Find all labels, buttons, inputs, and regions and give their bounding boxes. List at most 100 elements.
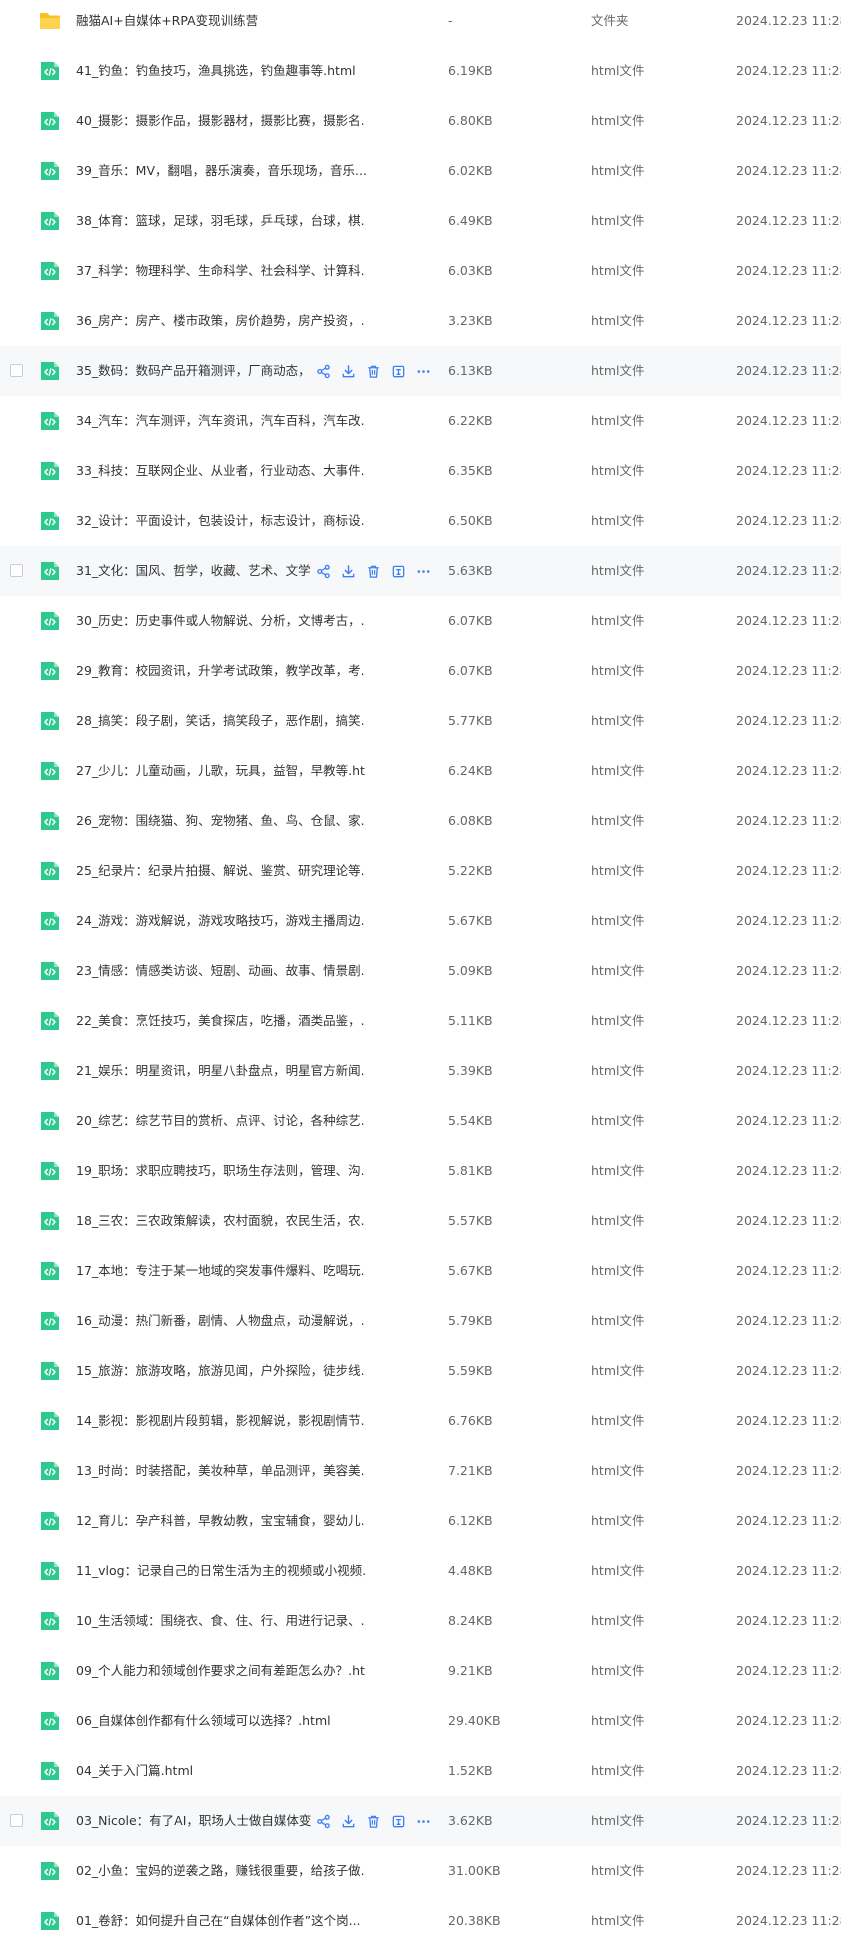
more-icon[interactable]	[415, 1813, 432, 1830]
file-name[interactable]: 03_Nicole：有了AI，职场人士做自媒体变得	[76, 1812, 311, 1830]
file-type: html文件	[591, 1713, 645, 1728]
file-name[interactable]: 15_旅游：旅游攻略，旅游见闻，户外探险，徒步线...	[76, 1362, 366, 1380]
file-row[interactable]: 01_卷舒：如何提升自己在“自媒体创作者”这个岗... 20.38KB html文件…	[0, 1896, 841, 1946]
file-name[interactable]: 28_搞笑：段子剧，笑话，搞笑段子，恶作剧，搞笑...	[76, 712, 366, 730]
file-row[interactable]: 24_游戏：游戏解说，游戏攻略技巧，游戏主播周边... 5.67KB html文件 2…	[0, 896, 841, 946]
row-checkbox[interactable]	[10, 364, 23, 377]
file-row[interactable]: 38_体育：篮球，足球，羽毛球，乒乓球，台球，棋... 6.49KB html文件 2…	[0, 196, 841, 246]
file-name[interactable]: 26_宠物：围绕猫、狗、宠物猪、鱼、鸟、仓鼠、家...	[76, 812, 366, 830]
file-name[interactable]: 35_数码：数码产品开箱测评，厂商动态，产	[76, 362, 311, 380]
file-row[interactable]: 33_科技：互联网企业、从业者，行业动态、大事件... 6.35KB html文件 2…	[0, 446, 841, 496]
file-row[interactable]: 39_音乐：MV，翻唱，器乐演奏，音乐现场，音乐... 6.02KB html文件 2…	[0, 146, 841, 196]
file-name[interactable]: 25_纪录片：纪录片拍摄、解说、鉴赏、研究理论等...	[76, 862, 366, 880]
file-name[interactable]: 40_摄影：摄影作品，摄影器材，摄影比赛，摄影名...	[76, 112, 366, 130]
file-name[interactable]: 01_卷舒：如何提升自己在“自媒体创作者”这个岗...	[76, 1912, 361, 1930]
delete-icon[interactable]	[365, 563, 382, 580]
download-icon[interactable]	[340, 563, 357, 580]
details-icon[interactable]	[390, 1813, 407, 1830]
file-name[interactable]: 19_职场：求职应聘技巧，职场生存法则，管理、沟...	[76, 1162, 366, 1180]
file-name[interactable]: 21_娱乐：明星资讯，明星八卦盘点，明星官方新闻...	[76, 1062, 366, 1080]
more-icon[interactable]	[415, 363, 432, 380]
details-icon[interactable]	[390, 563, 407, 580]
html-file-icon	[39, 1060, 61, 1082]
file-row[interactable]: 06_自媒体创作都有什么领域可以选择？.html 29.40KB html文件 202…	[0, 1696, 841, 1746]
file-name[interactable]: 29_教育：校园资讯，升学考试政策，教学改革，考...	[76, 662, 366, 680]
file-row[interactable]: 37_科学：物理科学、生命科学、社会科学、计算科... 6.03KB html文件 2…	[0, 246, 841, 296]
file-name[interactable]: 融猫AI+自媒体+RPA变现训练营	[76, 12, 258, 30]
file-row[interactable]: 30_历史：历史事件或人物解说、分析，文博考古，... 6.07KB html文件 2…	[0, 596, 841, 646]
file-name[interactable]: 36_房产：房产、楼市政策，房价趋势，房产投资，...	[76, 312, 366, 330]
file-row[interactable]: 14_影视：影视剧片段剪辑，影视解说，影视剧情节... 6.76KB html文件 2…	[0, 1396, 841, 1446]
share-icon[interactable]	[315, 1813, 332, 1830]
file-name[interactable]: 38_体育：篮球，足球，羽毛球，乒乓球，台球，棋...	[76, 212, 366, 230]
file-name[interactable]: 37_科学：物理科学、生命科学、社会科学、计算科...	[76, 262, 366, 280]
file-name[interactable]: 12_育儿：孕产科普，早教幼教，宝宝辅食，婴幼儿...	[76, 1512, 366, 1530]
file-name[interactable]: 33_科技：互联网企业、从业者，行业动态、大事件...	[76, 462, 366, 480]
details-icon[interactable]	[390, 363, 407, 380]
file-row[interactable]: 04_关于入门篇.html 1.52KB html文件 2024.12.23 11:2…	[0, 1746, 841, 1796]
file-row[interactable]: 32_设计：平面设计，包装设计，标志设计，商标设... 6.50KB html文件 2…	[0, 496, 841, 546]
file-row[interactable]: 03_Nicole：有了AI，职场人士做自媒体变得 3.62KB html文件 202…	[0, 1796, 841, 1846]
file-row[interactable]: 23_情感：情感类访谈、短剧、动画、故事、情景剧... 5.09KB html文件 2…	[0, 946, 841, 996]
share-icon[interactable]	[315, 563, 332, 580]
file-name[interactable]: 06_自媒体创作都有什么领域可以选择？.html	[76, 1712, 331, 1730]
file-name[interactable]: 14_影视：影视剧片段剪辑，影视解说，影视剧情节...	[76, 1412, 366, 1430]
file-row[interactable]: 20_综艺：综艺节目的赏析、点评、讨论，各种综艺... 5.54KB html文件 2…	[0, 1096, 841, 1146]
file-name[interactable]: 24_游戏：游戏解说，游戏攻略技巧，游戏主播周边...	[76, 912, 366, 930]
folder-row[interactable]: 融猫AI+自媒体+RPA变现训练营 - 文件夹 2024.12.23 11:28	[0, 0, 841, 46]
file-name[interactable]: 09_个人能力和领域创作要求之间有差距怎么办？.ht...	[76, 1662, 366, 1680]
file-name[interactable]: 20_综艺：综艺节目的赏析、点评、讨论，各种综艺...	[76, 1112, 366, 1130]
file-row[interactable]: 34_汽车：汽车测评，汽车资讯，汽车百科，汽车改... 6.22KB html文件 2…	[0, 396, 841, 446]
download-icon[interactable]	[340, 363, 357, 380]
file-row[interactable]: 31_文化：国风、哲学，收藏、艺术、文学作 5.63KB html文件 2024.12…	[0, 546, 841, 596]
file-name[interactable]: 22_美食：烹饪技巧，美食探店，吃播，酒类品鉴，...	[76, 1012, 366, 1030]
file-row[interactable]: 35_数码：数码产品开箱测评，厂商动态，产 6.13KB html文件 2024.12…	[0, 346, 841, 396]
file-row[interactable]: 21_娱乐：明星资讯，明星八卦盘点，明星官方新闻... 5.39KB html文件 2…	[0, 1046, 841, 1096]
file-name[interactable]: 02_小鱼：宝妈的逆袭之路，赚钱很重要，给孩子做...	[76, 1862, 366, 1880]
file-name[interactable]: 11_vlog：记录自己的日常生活为主的视频或小视频...	[76, 1562, 366, 1580]
file-row[interactable]: 28_搞笑：段子剧，笑话，搞笑段子，恶作剧，搞笑... 5.77KB html文件 2…	[0, 696, 841, 746]
file-row[interactable]: 36_房产：房产、楼市政策，房价趋势，房产投资，... 3.23KB html文件 2…	[0, 296, 841, 346]
file-row[interactable]: 29_教育：校园资讯，升学考试政策，教学改革，考... 6.07KB html文件 2…	[0, 646, 841, 696]
file-row[interactable]: 41_钓鱼：钓鱼技巧，渔具挑选，钓鱼趣事等.html 6.19KB html文件 20…	[0, 46, 841, 96]
file-row[interactable]: 13_时尚：时装搭配，美妆种草，单品测评，美容美... 7.21KB html文件 2…	[0, 1446, 841, 1496]
file-row[interactable]: 22_美食：烹饪技巧，美食探店，吃播，酒类品鉴，... 5.11KB html文件 2…	[0, 996, 841, 1046]
file-name[interactable]: 23_情感：情感类访谈、短剧、动画、故事、情景剧...	[76, 962, 366, 980]
file-row[interactable]: 26_宠物：围绕猫、狗、宠物猪、鱼、鸟、仓鼠、家... 6.08KB html文件 2…	[0, 796, 841, 846]
file-name[interactable]: 34_汽车：汽车测评，汽车资讯，汽车百科，汽车改...	[76, 412, 366, 430]
file-name[interactable]: 39_音乐：MV，翻唱，器乐演奏，音乐现场，音乐...	[76, 162, 366, 180]
file-row[interactable]: 17_本地：专注于某一地域的突发事件爆料、吃喝玩... 5.67KB html文件 2…	[0, 1246, 841, 1296]
file-row[interactable]: 11_vlog：记录自己的日常生活为主的视频或小视频... 4.48KB html文…	[0, 1546, 841, 1596]
file-row[interactable]: 15_旅游：旅游攻略，旅游见闻，户外探险，徒步线... 5.59KB html文件 2…	[0, 1346, 841, 1396]
file-row[interactable]: 19_职场：求职应聘技巧，职场生存法则，管理、沟... 5.81KB html文件 2…	[0, 1146, 841, 1196]
download-icon[interactable]	[340, 1813, 357, 1830]
file-type: 文件夹	[591, 13, 629, 28]
row-checkbox[interactable]	[10, 564, 23, 577]
file-name[interactable]: 16_动漫：热门新番，剧情、人物盘点，动漫解说，...	[76, 1312, 366, 1330]
more-icon[interactable]	[415, 563, 432, 580]
file-row[interactable]: 27_少儿：儿童动画，儿歌，玩具，益智，早教等.ht... 6.24KB html文…	[0, 746, 841, 796]
delete-icon[interactable]	[365, 363, 382, 380]
file-name[interactable]: 31_文化：国风、哲学，收藏、艺术、文学作	[76, 562, 311, 580]
file-name[interactable]: 10_生活领域：围绕衣、食、住、行、用进行记录、...	[76, 1612, 366, 1630]
file-name[interactable]: 30_历史：历史事件或人物解说、分析，文博考古，...	[76, 612, 366, 630]
file-name[interactable]: 41_钓鱼：钓鱼技巧，渔具挑选，钓鱼趣事等.html	[76, 62, 356, 80]
file-row[interactable]: 25_纪录片：纪录片拍摄、解说、鉴赏、研究理论等... 5.22KB html文件 2…	[0, 846, 841, 896]
file-row[interactable]: 02_小鱼：宝妈的逆袭之路，赚钱很重要，给孩子做... 31.00KB html文件…	[0, 1846, 841, 1896]
file-row[interactable]: 18_三农：三农政策解读，农村面貌，农民生活，农... 5.57KB html文件 2…	[0, 1196, 841, 1246]
file-name[interactable]: 04_关于入门篇.html	[76, 1762, 193, 1780]
share-icon[interactable]	[315, 363, 332, 380]
delete-icon[interactable]	[365, 1813, 382, 1830]
file-name[interactable]: 32_设计：平面设计，包装设计，标志设计，商标设...	[76, 512, 366, 530]
row-checkbox[interactable]	[10, 1814, 23, 1827]
file-name[interactable]: 27_少儿：儿童动画，儿歌，玩具，益智，早教等.ht...	[76, 762, 366, 780]
file-name[interactable]: 17_本地：专注于某一地域的突发事件爆料、吃喝玩...	[76, 1262, 366, 1280]
file-row[interactable]: 16_动漫：热门新番，剧情、人物盘点，动漫解说，... 5.79KB html文件 2…	[0, 1296, 841, 1346]
file-row[interactable]: 10_生活领域：围绕衣、食、住、行、用进行记录、... 8.24KB html文件 2…	[0, 1596, 841, 1646]
file-row[interactable]: 09_个人能力和领域创作要求之间有差距怎么办？.ht... 9.21KB html文…	[0, 1646, 841, 1696]
file-row[interactable]: 12_育儿：孕产科普，早教幼教，宝宝辅食，婴幼儿... 6.12KB html文件 2…	[0, 1496, 841, 1546]
file-name[interactable]: 13_时尚：时装搭配，美妆种草，单品测评，美容美...	[76, 1462, 366, 1480]
file-type: html文件	[591, 1413, 645, 1428]
file-row[interactable]: 40_摄影：摄影作品，摄影器材，摄影比赛，摄影名... 6.80KB html文件 2…	[0, 96, 841, 146]
file-name[interactable]: 18_三农：三农政策解读，农村面貌，农民生活，农...	[76, 1212, 366, 1230]
